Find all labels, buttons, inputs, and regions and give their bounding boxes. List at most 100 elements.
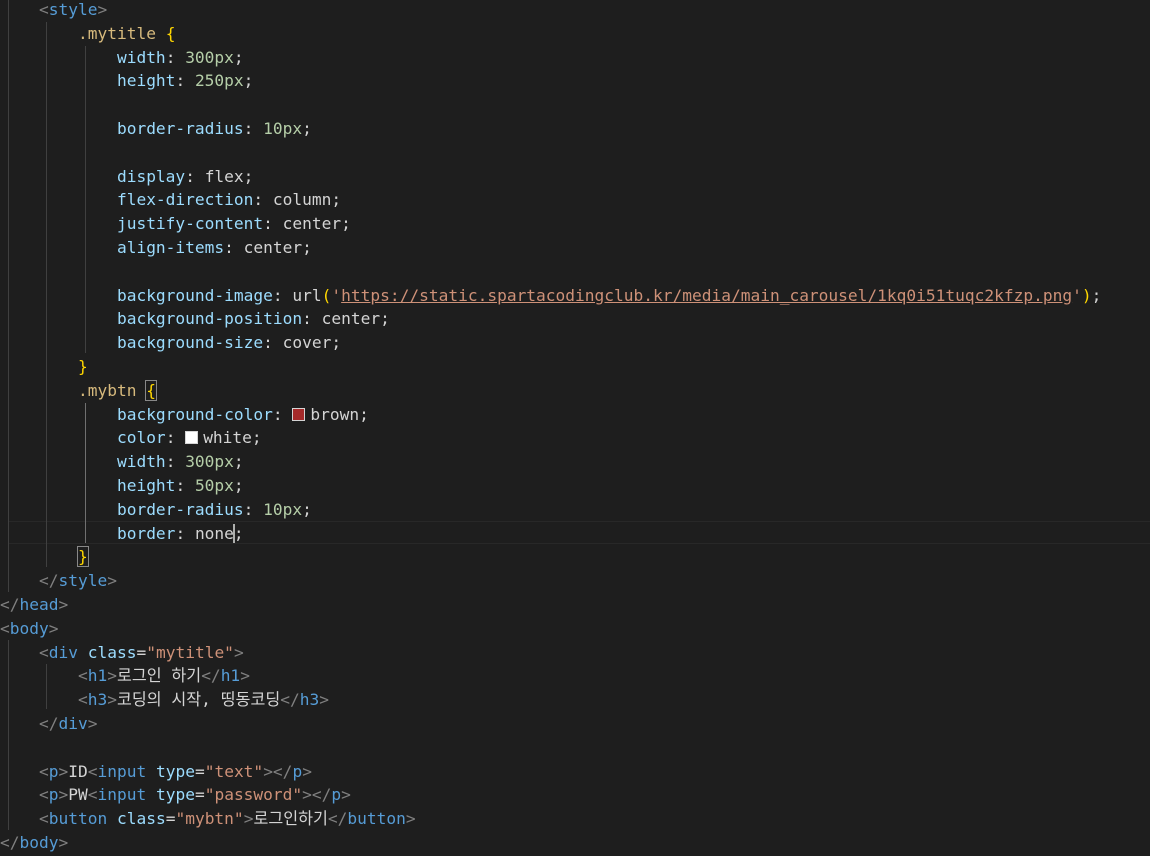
matched-brace: {: [145, 379, 157, 401]
css-property: flex-direction: [116, 190, 254, 210]
css-value: white: [203, 428, 252, 448]
code-line: color: white;: [116, 428, 262, 448]
code-line: justify-content: center;: [116, 214, 351, 234]
url-link[interactable]: https://static.spartacodingclub.kr/media…: [341, 286, 1072, 305]
code-line: <p>PW<input type="password"></p>: [38, 785, 351, 805]
color-swatch-icon[interactable]: [185, 431, 199, 445]
code-line: width: 300px;: [116, 452, 244, 472]
code-line: background-size: cover;: [116, 333, 342, 353]
color-swatch-icon[interactable]: [292, 407, 306, 421]
attr-name: class: [116, 809, 166, 829]
code-line: background-image: url('https://static.sp…: [116, 285, 1102, 305]
css-property: background-color: [116, 404, 273, 424]
tag-name: p: [331, 785, 342, 805]
css-property: border: [116, 523, 176, 543]
code-line: height: 250px;: [116, 71, 254, 91]
css-property: height: [116, 476, 176, 495]
code-line: align-items: center;: [116, 238, 312, 257]
element-text: ID: [68, 761, 88, 781]
css-value: center: [282, 214, 342, 234]
css-property: width: [116, 47, 166, 67]
element-text: PW: [68, 785, 88, 805]
tag-name: button: [48, 809, 108, 829]
tag-name: div: [58, 714, 88, 733]
attr-name: type: [155, 785, 195, 805]
element-text: 로그인 하기: [116, 666, 202, 686]
element-text: 코딩의 시작, 띵동코딩: [116, 690, 281, 710]
code-line: flex-direction: column;: [116, 190, 342, 210]
css-value: none: [194, 523, 234, 543]
css-property: border-radius: [116, 119, 244, 138]
code-line: border-radius: 10px;: [116, 499, 312, 519]
attr-name: class: [87, 642, 137, 662]
tag-name: style: [48, 0, 98, 19]
code-line: <style>: [38, 0, 108, 19]
code-line: </div>: [38, 714, 98, 733]
code-line: border-radius: 10px;: [116, 119, 312, 138]
code-line: <h3>코딩의 시작, 띵동코딩</h3>: [77, 690, 329, 710]
code-line: .mytitle {: [77, 23, 176, 43]
code-editor[interactable]: <style> .mytitle { width: 300px; height:…: [0, 0, 1150, 856]
css-property: background-size: [116, 333, 264, 353]
code-line: </body>: [0, 833, 69, 852]
attr-value: "mytitle": [146, 642, 234, 662]
css-selector: .mytitle: [77, 23, 156, 43]
css-value: 250px: [194, 71, 244, 91]
css-value: center: [321, 309, 381, 329]
attr-value: "text": [204, 761, 264, 781]
tag-name: head: [19, 595, 59, 614]
tag-name: input: [97, 761, 147, 781]
css-selector: .mybtn: [77, 380, 137, 400]
attr-value: "password": [204, 785, 303, 805]
css-value: 10px: [263, 499, 303, 519]
attr-name: type: [155, 761, 195, 781]
css-value: 300px: [185, 47, 234, 67]
code-line: <div class="mytitle">: [38, 642, 244, 662]
tag-name: button: [347, 809, 406, 829]
css-property: color: [116, 428, 166, 448]
css-value: flex: [204, 166, 244, 186]
code-line: background-position: center;: [116, 309, 390, 329]
tag-name: h3: [299, 690, 320, 710]
tag-name: input: [97, 785, 147, 805]
code-line: }: [0, 545, 1150, 569]
css-property: height: [116, 71, 176, 91]
code-line: </head>: [0, 595, 69, 614]
code-line: </style>: [38, 571, 117, 591]
css-value: brown: [310, 404, 360, 424]
attr-value: "mybtn": [175, 809, 244, 829]
css-value: 50px: [194, 476, 234, 495]
css-value: cover: [282, 333, 332, 353]
tag-name: h1: [220, 666, 241, 686]
code-line: }: [77, 357, 88, 376]
css-value: column: [272, 190, 332, 210]
tag-name: style: [58, 571, 108, 591]
css-property: justify-content: [116, 214, 264, 234]
css-property: display: [116, 166, 186, 186]
code-line-current[interactable]: border: none;: [0, 522, 1150, 546]
code-line: display: flex;: [116, 166, 254, 186]
css-property: background-image: [116, 285, 273, 305]
code-line: <h1>로그인 하기</h1>: [77, 666, 250, 686]
css-value: center: [243, 238, 303, 257]
css-property: width: [116, 452, 166, 472]
css-property: align-items: [116, 238, 225, 257]
tag-name: div: [48, 642, 78, 662]
css-property: border-radius: [116, 499, 244, 519]
tag-name: body: [19, 833, 59, 852]
element-text: 로그인하기: [253, 809, 328, 829]
tag-name: body: [9, 618, 49, 638]
css-value: 300px: [185, 452, 234, 472]
tag-name: h1: [87, 666, 108, 686]
css-value: 10px: [263, 119, 303, 138]
code-line: background-color: brown;: [116, 404, 369, 424]
css-function: url: [292, 285, 322, 305]
code-line: <body>: [0, 618, 59, 638]
matched-brace: }: [76, 546, 89, 568]
code-line: width: 300px;: [116, 47, 244, 67]
tag-name: p: [292, 761, 303, 781]
css-property: background-position: [116, 309, 303, 329]
code-line: <p>ID<input type="text"></p>: [38, 761, 312, 781]
code-line: height: 50px;: [116, 476, 244, 495]
tag-name: h3: [87, 690, 108, 710]
